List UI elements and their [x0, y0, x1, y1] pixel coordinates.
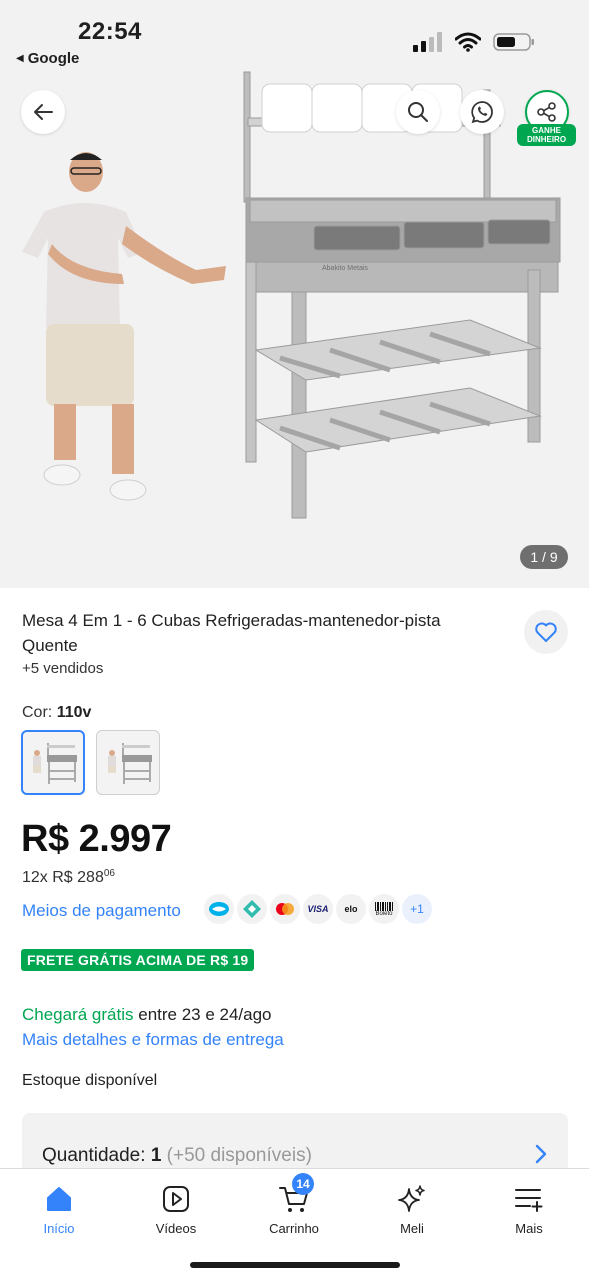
- arrow-left-icon: [34, 104, 53, 120]
- signal-icon: [413, 32, 442, 52]
- home-icon: [47, 1187, 71, 1211]
- installments-info: 12x R$ 28806: [22, 868, 115, 887]
- boleto-icon: Boleto: [369, 894, 399, 924]
- stock-status: Estoque disponível: [22, 1072, 158, 1089]
- color-label: Cor:: [22, 704, 53, 721]
- color-option-220v[interactable]: [96, 730, 160, 795]
- pix-icon: [237, 894, 267, 924]
- search-icon: [408, 102, 428, 122]
- delivery-details-link[interactable]: Mais detalhes e formas de entrega: [22, 1030, 284, 1050]
- sold-count: +5 vendidos: [22, 660, 104, 677]
- table-illustration: [243, 71, 561, 519]
- product-photo: Abakito Metais: [22, 71, 561, 519]
- thumbnail-image: [33, 742, 77, 784]
- quantity-label: Quantidade:: [42, 1145, 146, 1166]
- mercado-pago-icon: [204, 894, 234, 924]
- home-indicator: [190, 1262, 400, 1268]
- color-option-110v[interactable]: [21, 730, 85, 795]
- heart-icon: [535, 622, 557, 642]
- status-bar: 22:54 ◀ Google: [0, 0, 589, 80]
- mastercard-icon: [270, 894, 300, 924]
- payment-methods-link[interactable]: Meios de pagamento: [22, 901, 181, 921]
- menu-plus-icon: [515, 1189, 543, 1212]
- share-icon: [537, 102, 556, 122]
- battery-icon: [493, 33, 534, 51]
- arrival-free-label: Chegará grátis: [22, 1005, 134, 1024]
- earn-money-badge: GANHE DINHEIRO: [517, 124, 576, 146]
- arrival-dates: entre 23 e 24/ago: [133, 1005, 272, 1024]
- nav-meli-label: Meli: [400, 1221, 424, 1236]
- cart-count-badge: 14: [292, 1173, 314, 1195]
- person-illustration: [22, 152, 226, 501]
- back-to-app-link[interactable]: ◀ Google: [16, 50, 79, 67]
- nav-videos-label: Vídeos: [155, 1221, 197, 1236]
- color-value: 110v: [56, 704, 92, 721]
- quantity-text: Quantidade: 1 (+50 disponíveis): [42, 1145, 312, 1167]
- more-payments-badge: +1: [402, 894, 432, 924]
- nav-more[interactable]: Mais: [479, 1181, 579, 1236]
- installments-amount: 12x R$ 288: [22, 869, 104, 886]
- payment-icons[interactable]: VISA elo Boleto +1: [204, 894, 432, 924]
- product-title: Mesa 4 Em 1 - 6 Cubas Refrigeradas-mante…: [22, 611, 441, 655]
- whatsapp-icon: [471, 101, 493, 124]
- nav-cart-label: Carrinho: [269, 1221, 319, 1236]
- back-triangle-icon: ◀: [16, 53, 24, 64]
- thumbnail-image: [108, 742, 152, 784]
- product-image-gallery[interactable]: Abakito Metais GANHE DINHEIRO 1 / 9: [0, 0, 589, 588]
- nav-videos[interactable]: Vídeos: [126, 1181, 226, 1236]
- product-label-text: Abakito Metais: [322, 265, 368, 272]
- nav-more-label: Mais: [515, 1221, 543, 1236]
- free-shipping-badge: FRETE GRÁTIS ACIMA DE R$ 19: [21, 949, 255, 971]
- back-app-label: Google: [27, 50, 80, 67]
- quantity-value: 1: [150, 1145, 162, 1166]
- video-play-icon: [163, 1186, 189, 1212]
- boleto-label: Boleto: [375, 910, 393, 917]
- color-selector-label: Cor: 110v: [22, 704, 91, 722]
- wifi-icon: [455, 32, 481, 52]
- nav-home[interactable]: Início: [9, 1181, 109, 1236]
- status-time: 22:54: [78, 18, 142, 45]
- back-button[interactable]: [21, 90, 65, 134]
- quantity-available: (+50 disponíveis): [166, 1145, 312, 1166]
- favorite-button[interactable]: [524, 610, 568, 654]
- sparkle-icon: [398, 1185, 425, 1212]
- status-icons: [413, 32, 535, 52]
- nav-meli[interactable]: Meli: [362, 1181, 462, 1236]
- visa-icon: VISA: [303, 894, 333, 924]
- image-page-counter: 1 / 9: [520, 545, 568, 569]
- whatsapp-share-button[interactable]: [460, 90, 504, 134]
- product-price: R$ 2.997: [21, 818, 172, 860]
- chevron-right-icon: [535, 1144, 547, 1164]
- search-button[interactable]: [396, 90, 440, 134]
- nav-home-label: Início: [43, 1221, 75, 1236]
- nav-cart[interactable]: 14 Carrinho: [244, 1173, 344, 1236]
- elo-icon: elo: [336, 894, 366, 924]
- arrival-info: Chegará grátis entre 23 e 24/ago: [22, 1005, 272, 1025]
- installments-cents: 06: [103, 868, 115, 879]
